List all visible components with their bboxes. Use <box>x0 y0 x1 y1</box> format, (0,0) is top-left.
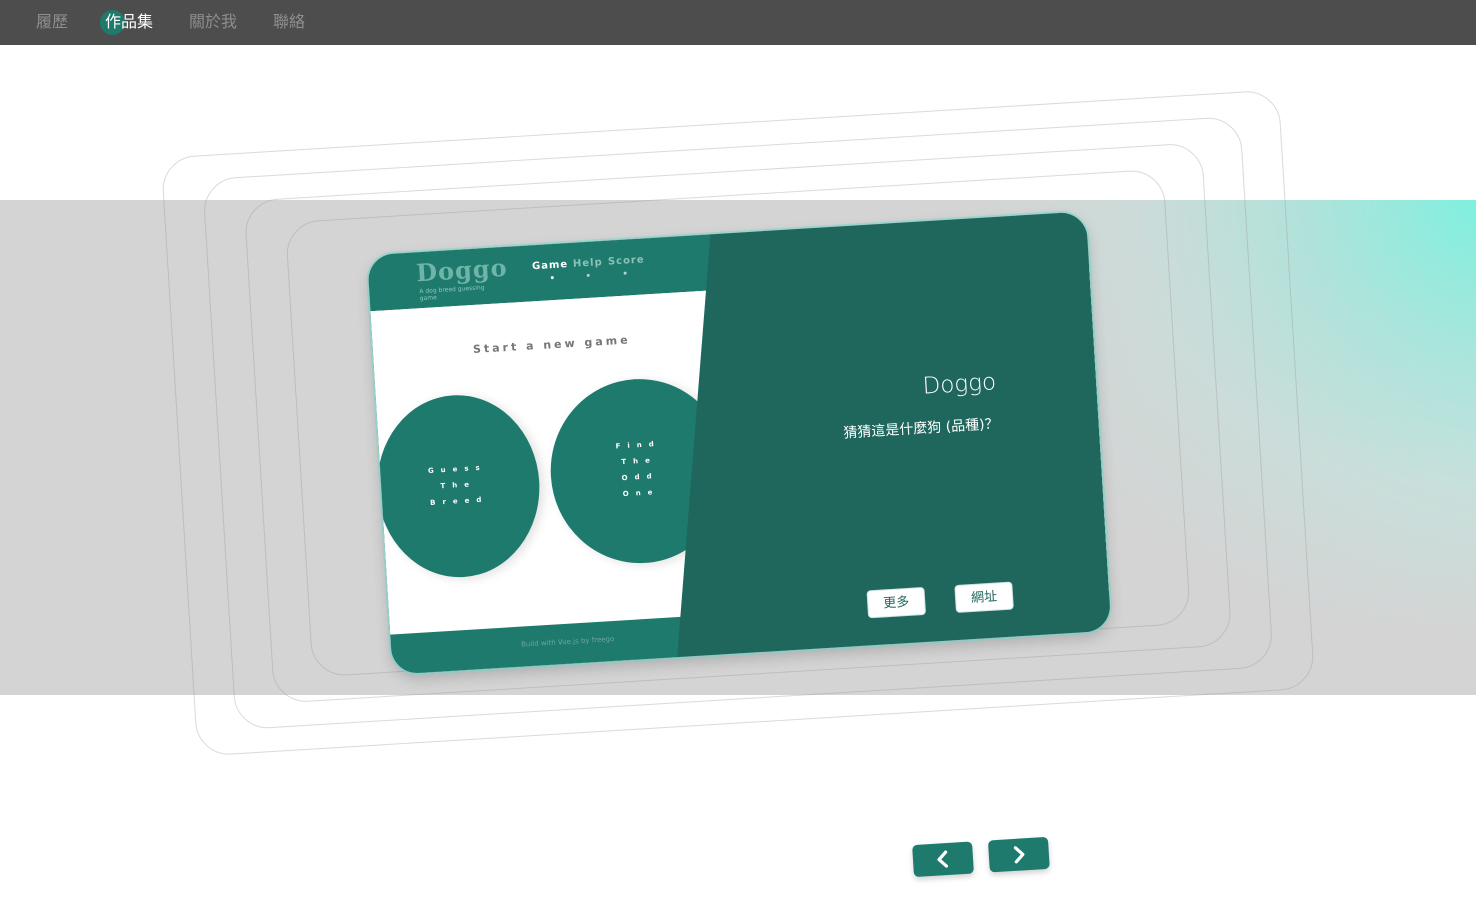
preview-tab: Game <box>531 259 569 273</box>
preview-logo: Doggo <box>415 252 509 288</box>
preview-tab-dot <box>623 271 627 275</box>
project-description: 猜猜這是什麼狗 (品種)？ <box>842 416 1000 442</box>
more-button[interactable]: 更多 <box>866 587 926 618</box>
nav-item-about[interactable]: 關於我 <box>189 11 237 33</box>
preview-subtitle: A dog breed guessing game <box>419 284 485 303</box>
project-card: Doggo A dog breed guessing game Game Hel… <box>367 211 1112 675</box>
chevron-left-icon <box>937 850 949 868</box>
preview-mode-label: Guess The Breed <box>427 463 489 507</box>
next-project-button[interactable] <box>987 836 1050 873</box>
nav-item-contact[interactable]: 聯絡 <box>273 11 305 33</box>
top-nav-bar: 履歷 作品集 關於我 聯絡 <box>0 0 1476 45</box>
prev-project-button[interactable] <box>912 841 974 878</box>
preview-tab-dot <box>586 273 590 277</box>
preview-footer-text: Build with Vue.js by freego <box>520 634 615 649</box>
nav-item-resume[interactable]: 履歷 <box>36 11 68 33</box>
project-title: Doggo <box>921 369 997 400</box>
chevron-right-icon <box>1013 846 1025 864</box>
link-button[interactable]: 網址 <box>954 582 1014 613</box>
nav-item-portfolio[interactable]: 作品集 <box>105 11 153 33</box>
preview-tab: Help <box>572 256 604 270</box>
preview-tab-dot <box>550 275 554 280</box>
preview-tab: Score <box>607 254 645 268</box>
